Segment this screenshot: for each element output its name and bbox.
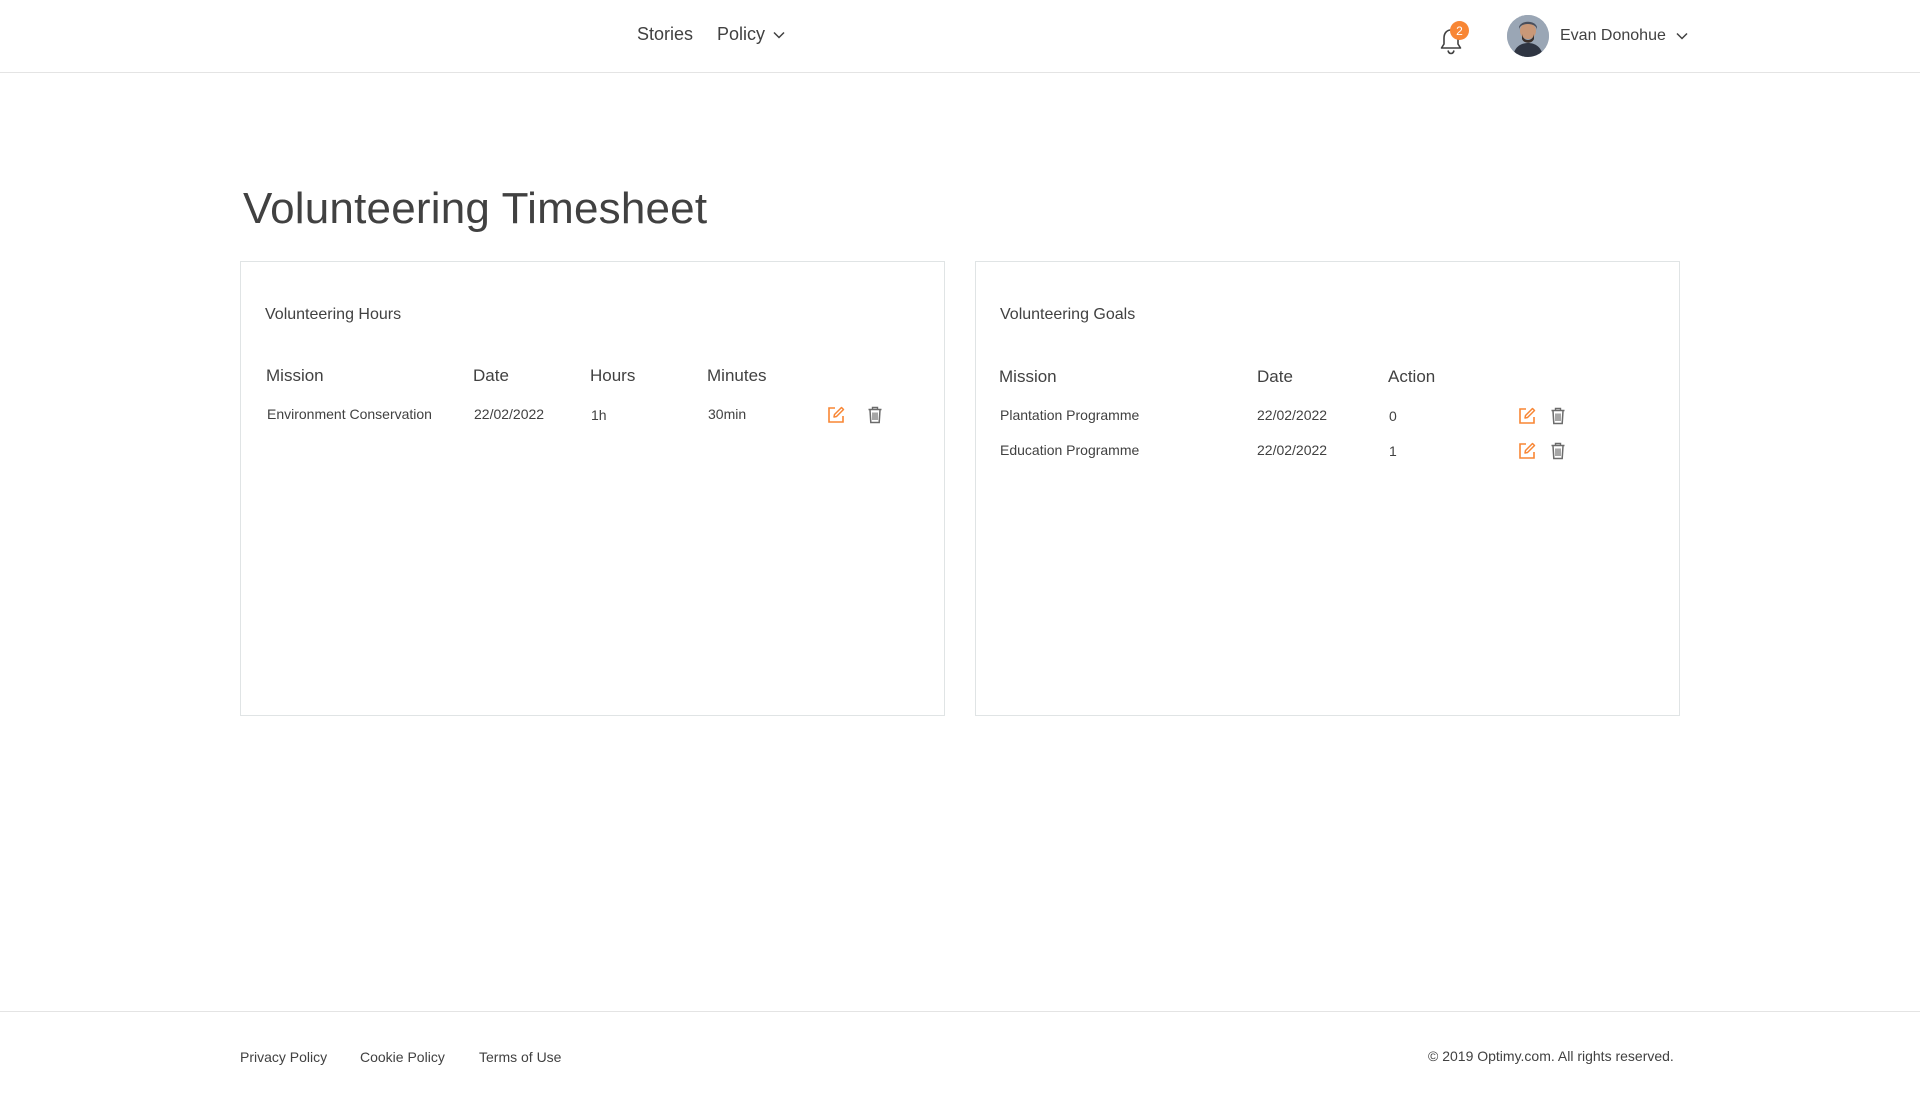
nav-policy-dropdown[interactable]: Policy: [717, 24, 785, 45]
nav-policy-label: Policy: [717, 24, 766, 44]
row-mission: Education Programme: [1000, 442, 1140, 458]
volunteering-hours-card: Volunteering Hours Mission Date Hours Mi…: [240, 261, 945, 716]
edit-icon[interactable]: [1517, 441, 1537, 461]
row-action: 0: [1389, 408, 1397, 424]
row-date: 22/02/2022: [1257, 407, 1328, 423]
nav-stories-label: Stories: [637, 24, 694, 44]
user-name: Evan Donohue: [1560, 27, 1666, 44]
avatar-image: [1507, 15, 1549, 57]
top-header: Stories Policy 2 Evan Donohue: [0, 0, 1920, 73]
avatar: [1507, 15, 1549, 57]
card-title: Volunteering Hours: [265, 306, 402, 323]
trash-icon[interactable]: [865, 405, 885, 425]
trash-icon[interactable]: [1548, 441, 1568, 461]
column-header-hours: Hours: [590, 366, 636, 385]
column-header-minutes: Minutes: [707, 366, 767, 385]
row-date: 22/02/2022: [474, 406, 545, 422]
column-header-mission: Mission: [999, 367, 1057, 386]
row-hours: 1h: [591, 407, 607, 423]
column-header-action: Action: [1388, 367, 1436, 386]
column-header-mission: Mission: [266, 366, 324, 385]
user-menu[interactable]: Evan Donohue: [1507, 15, 1688, 57]
footer-privacy-link[interactable]: Privacy Policy: [240, 1049, 327, 1065]
edit-icon[interactable]: [1517, 406, 1537, 426]
copyright-text: © 2019 Optimy.com. All rights reserved.: [1428, 1048, 1674, 1064]
footer: Privacy Policy Cookie Policy Terms of Us…: [0, 1011, 1920, 1102]
volunteering-goals-card: Volunteering Goals Mission Date Action P…: [975, 261, 1680, 716]
page-title: Volunteering Timesheet: [243, 184, 708, 233]
row-minutes: 30min: [708, 406, 747, 422]
row-action: 1: [1389, 443, 1397, 459]
column-header-date: Date: [1257, 367, 1293, 386]
notification-count-badge: 2: [1450, 21, 1469, 40]
column-header-date: Date: [473, 366, 509, 385]
edit-icon[interactable]: [826, 405, 846, 425]
trash-icon[interactable]: [1548, 406, 1568, 426]
row-mission: Plantation Programme: [1000, 407, 1140, 423]
footer-terms-link[interactable]: Terms of Use: [479, 1049, 561, 1065]
row-mission: Environment Conservation: [267, 406, 432, 422]
footer-cookie-link[interactable]: Cookie Policy: [360, 1049, 445, 1065]
chevron-down-icon: [1676, 32, 1688, 40]
row-date: 22/02/2022: [1257, 442, 1328, 458]
chevron-down-icon: [773, 31, 785, 39]
card-title: Volunteering Goals: [1000, 306, 1136, 323]
nav-stories-link[interactable]: Stories: [637, 24, 693, 45]
